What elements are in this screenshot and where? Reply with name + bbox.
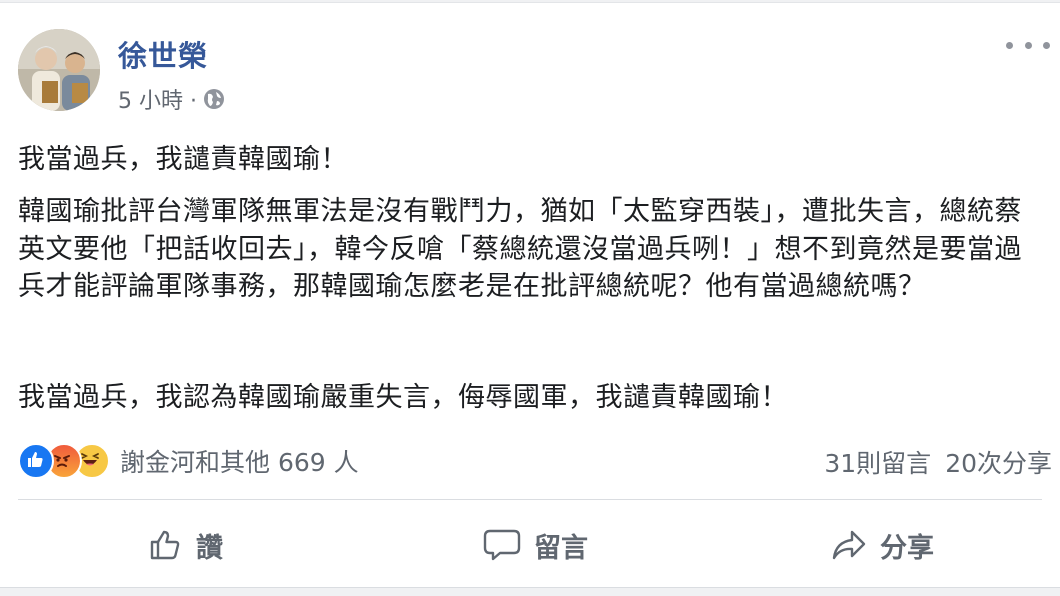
more-options-icon[interactable] bbox=[1006, 33, 1050, 57]
engagement-counts: 31則留言 20次分享 bbox=[824, 444, 1052, 480]
like-button[interactable]: 讚 bbox=[148, 523, 223, 567]
post-paragraph: 我當過兵，我譴責韓國瑜！ bbox=[18, 144, 348, 175]
share-count[interactable]: 20次分享 bbox=[945, 444, 1052, 480]
comment-button[interactable]: 留言 bbox=[482, 523, 588, 567]
globe-icon[interactable] bbox=[203, 88, 225, 110]
share-label: 分享 bbox=[880, 532, 934, 564]
avatar-photo bbox=[18, 29, 100, 111]
post-card: 徐世榮 5 小時 · 我當過兵，我譴責韓國瑜！ 韓國瑜批評台灣軍隊無軍法是沒有戰… bbox=[0, 2, 1060, 588]
post-timestamp[interactable]: 5 小時 · bbox=[118, 83, 197, 115]
like-reaction-icon bbox=[18, 443, 54, 479]
comment-count[interactable]: 31則留言 bbox=[824, 444, 931, 480]
post-paragraph: 韓國瑜批評台灣軍隊無軍法是沒有戰鬥力，猶如「太監穿西裝」，遭批失言，總統蔡英文要… bbox=[18, 196, 1022, 302]
reaction-count[interactable]: 謝金河和其他 669 人 bbox=[120, 443, 359, 479]
comment-label: 留言 bbox=[534, 532, 588, 564]
thumbs-up-icon bbox=[150, 530, 180, 560]
author-name[interactable]: 徐世榮 bbox=[118, 33, 208, 75]
comment-bubble-icon bbox=[483, 529, 521, 561]
post-paragraph: 我當過兵，我認為韓國瑜嚴重失言，侮辱國軍，我譴責韓國瑜！ bbox=[18, 382, 788, 413]
share-button[interactable]: 分享 bbox=[830, 523, 934, 567]
divider bbox=[18, 499, 1042, 500]
share-arrow-icon bbox=[832, 530, 866, 560]
author-avatar[interactable] bbox=[18, 29, 100, 111]
reactions-summary[interactable]: 謝金河和其他 669 人 bbox=[18, 443, 359, 479]
like-label: 讚 bbox=[196, 532, 223, 564]
post-meta: 5 小時 · bbox=[118, 83, 225, 115]
